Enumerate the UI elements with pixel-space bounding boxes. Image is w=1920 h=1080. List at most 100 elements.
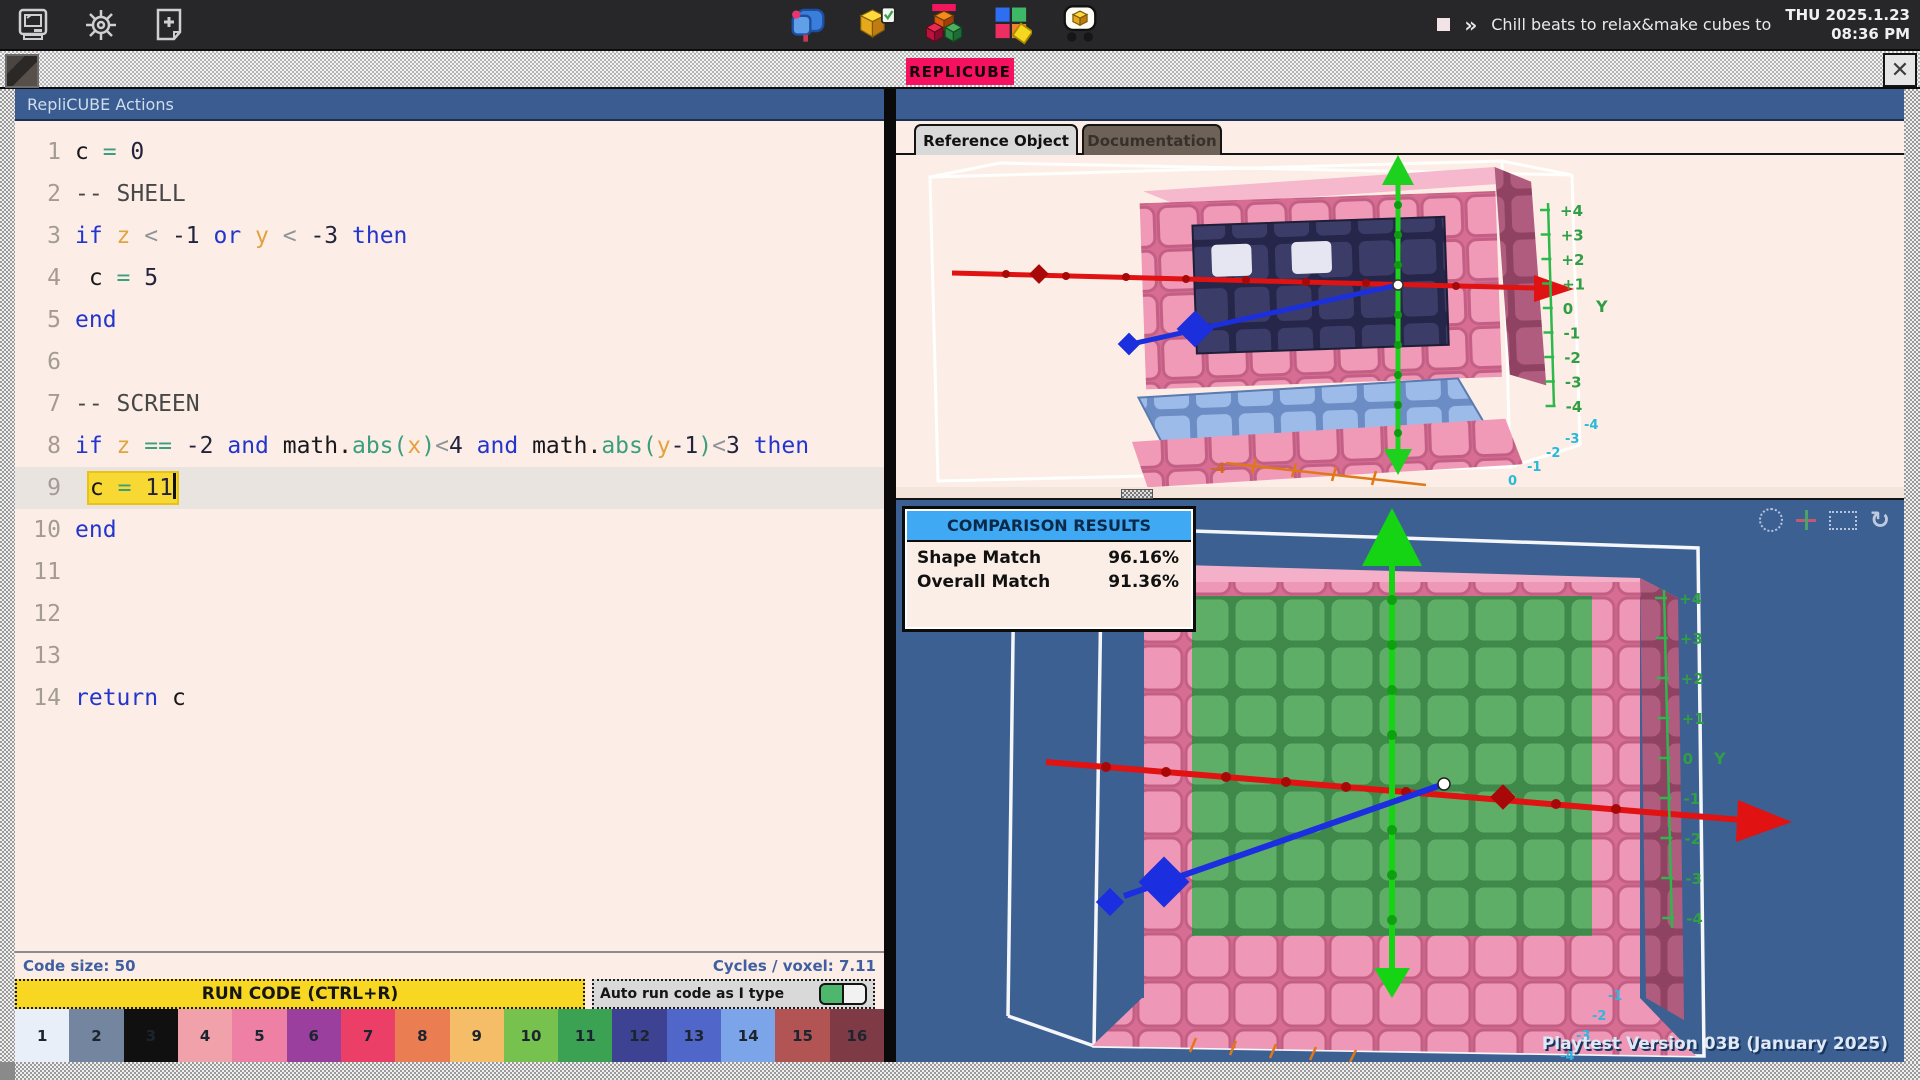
window-thumbnail-icon[interactable] [5, 54, 39, 88]
comparison-row: Overall Match 91.36% [905, 568, 1193, 592]
panel-splitter[interactable] [896, 487, 1904, 500]
code-line[interactable]: 3if z < -1 or y < -3 then [15, 215, 884, 257]
run-code-button[interactable]: RUN CODE (CTRL+R) [15, 979, 585, 1009]
svg-text:+3: +3 [1561, 227, 1584, 245]
viewport-toolbar: ↻ [1759, 508, 1890, 532]
line-number: 8 [15, 425, 61, 467]
svg-text:-3: -3 [1565, 374, 1582, 392]
svg-text:-1: -1 [1527, 460, 1541, 475]
svg-text:-4: -4 [1686, 910, 1703, 928]
panel-title: RepliCUBE Actions [27, 95, 174, 114]
code-line[interactable]: 4 c = 5 [15, 257, 884, 299]
code-line[interactable]: 11 [15, 551, 884, 593]
svg-text:-2: -2 [1684, 830, 1701, 848]
palette-swatch-1[interactable]: 1 [15, 1009, 69, 1062]
palette-swatch-13[interactable]: 13 [667, 1009, 721, 1062]
palette-swatch-15[interactable]: 15 [775, 1009, 829, 1062]
taskbar: » Chill beats to relax&make cubes to THU… [0, 0, 1920, 49]
code-line[interactable]: 13 [15, 635, 884, 677]
selection-rect-icon[interactable] [1829, 511, 1857, 530]
code-line[interactable]: 8if z == -2 and math.abs(x)<4 and math.a… [15, 425, 884, 467]
palette-swatch-6[interactable]: 6 [287, 1009, 341, 1062]
selection-circle-icon[interactable] [1759, 508, 1783, 532]
svg-text:-4: -4 [1584, 418, 1598, 433]
new-file-icon[interactable] [152, 8, 186, 42]
code-lines[interactable]: 1c = 02-- SHELL3if z < -1 or y < -3 then… [15, 121, 884, 951]
mailbox-app-icon[interactable] [788, 3, 828, 45]
line-number: 4 [15, 257, 61, 299]
line-number: 13 [15, 635, 61, 677]
now-playing-text: Chill beats to relax&make cubes to [1491, 15, 1771, 34]
tab-reference-object[interactable]: Reference Object [914, 124, 1078, 155]
window-titlebar[interactable]: REPLICUBE ✕ [0, 49, 1920, 89]
code-line[interactable]: 9 c = 11 [15, 467, 884, 509]
color-palette: 12345678910111213141516 [15, 1009, 884, 1062]
cubes-group-app-icon[interactable] [924, 3, 964, 45]
autorun-toggle[interactable] [819, 983, 867, 1005]
code-line[interactable]: 12 [15, 593, 884, 635]
skip-icon[interactable]: » [1464, 15, 1477, 35]
code-line[interactable]: 2-- SHELL [15, 173, 884, 215]
version-text: Playtest Version 03B (January 2025) [1542, 1034, 1888, 1054]
palette-swatch-10[interactable]: 10 [504, 1009, 558, 1062]
axes-icon[interactable] [1796, 510, 1816, 530]
code-line[interactable]: 10end [15, 509, 884, 551]
palette-swatch-11[interactable]: 11 [558, 1009, 612, 1062]
palette-swatch-7[interactable]: 7 [341, 1009, 395, 1062]
date-text: THU 2025.1.23 [1785, 6, 1910, 25]
code-line[interactable]: 7-- SCREEN [15, 383, 884, 425]
code-line[interactable]: 6 [15, 341, 884, 383]
close-button[interactable]: ✕ [1883, 53, 1917, 87]
line-number: 7 [15, 383, 61, 425]
stop-icon[interactable] [1437, 18, 1450, 31]
comparison-value: 91.36% [1108, 572, 1179, 592]
svg-text:+4: +4 [1679, 590, 1702, 608]
computer-icon[interactable] [16, 8, 50, 42]
svg-text:+3: +3 [1680, 630, 1703, 648]
comparison-title: COMPARISON RESULTS [907, 511, 1191, 542]
time-text: 08:36 PM [1785, 25, 1910, 44]
splitter-grip[interactable] [1121, 489, 1153, 499]
palette-swatch-9[interactable]: 9 [450, 1009, 504, 1062]
svg-text:-2: -2 [1546, 446, 1560, 461]
comparison-label: Overall Match [917, 572, 1050, 592]
tab-documentation[interactable]: Documentation [1082, 124, 1222, 155]
palette-swatch-5[interactable]: 5 [232, 1009, 286, 1062]
palette-swatch-3[interactable]: 3 [124, 1009, 178, 1062]
toggle-knob [842, 985, 865, 1003]
svg-text:0: 0 [1508, 474, 1517, 487]
settings-gear-icon[interactable] [84, 8, 118, 42]
code-line[interactable]: 14return c [15, 677, 884, 719]
autorun-label: Auto run code as I type [600, 986, 784, 1002]
palette-swatch-12[interactable]: 12 [612, 1009, 666, 1062]
svg-text:-1: -1 [1608, 989, 1622, 1004]
line-number: 5 [15, 299, 61, 341]
comparison-label: Shape Match [917, 548, 1041, 568]
palette-swatch-2[interactable]: 2 [69, 1009, 123, 1062]
svg-text:-3: -3 [1565, 432, 1579, 447]
cube-chat-app-icon[interactable] [1060, 3, 1100, 45]
build-3d-view[interactable]: +4+3+2+10-1-2-3-4Y-1-2-3-4 COMPARISON RE… [896, 500, 1904, 1062]
code-line[interactable]: 1c = 0 [15, 131, 884, 173]
rotate-view-icon[interactable]: ↻ [1870, 510, 1890, 530]
palette-swatch-4[interactable]: 4 [178, 1009, 232, 1062]
svg-text:-2: -2 [1592, 1009, 1606, 1024]
svg-text:+4: +4 [1560, 202, 1583, 220]
line-number: 3 [15, 215, 61, 257]
code-line[interactable]: 5end [15, 299, 884, 341]
reference-3d-view[interactable]: +4+3+2+10-1-2-3-4Y-40-1-2-3-4 [896, 155, 1904, 487]
svg-text:-2: -2 [1564, 349, 1581, 367]
palette-swatch-8[interactable]: 8 [395, 1009, 449, 1062]
color-grid-app-icon[interactable] [992, 3, 1032, 45]
left-border-strip [0, 89, 15, 1062]
palette-swatch-14[interactable]: 14 [721, 1009, 775, 1062]
monitor-eye-right [1291, 241, 1332, 274]
bottom-scroll-strip [0, 1062, 1920, 1080]
verify-cube-app-icon[interactable] [856, 3, 896, 45]
panel-divider[interactable] [884, 89, 896, 1062]
palette-swatch-16[interactable]: 16 [830, 1009, 884, 1062]
autorun-button[interactable]: Auto run code as I type [592, 979, 875, 1009]
line-number: 10 [15, 509, 61, 551]
tab-row: Reference Object Documentation [896, 121, 1904, 155]
comparison-results: COMPARISON RESULTS Shape Match 96.16% Ov… [902, 506, 1196, 632]
